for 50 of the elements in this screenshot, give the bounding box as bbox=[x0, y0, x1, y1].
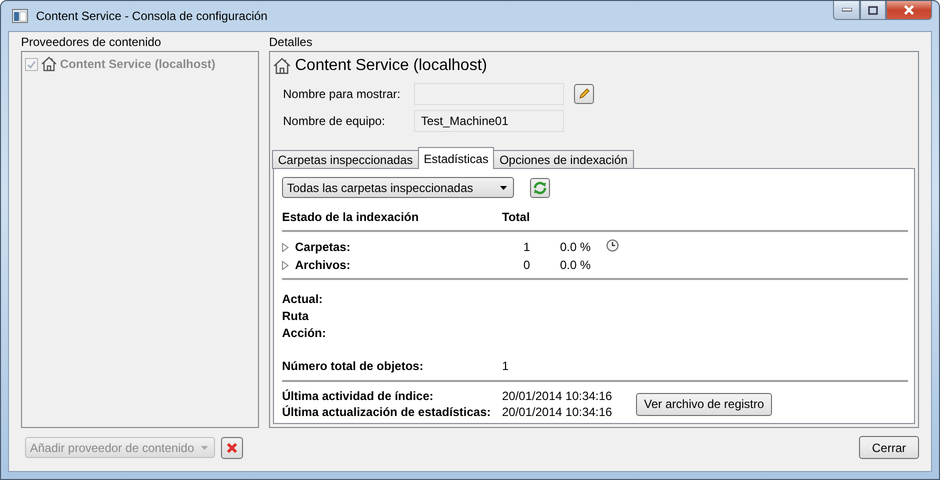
total-objects-value: 1 bbox=[502, 359, 510, 373]
edit-button[interactable] bbox=[574, 84, 594, 104]
timestamp-label: Última actividad de índice: bbox=[282, 389, 434, 403]
caret-icon bbox=[201, 446, 208, 450]
close-icon bbox=[226, 442, 238, 454]
group-label: Detalles bbox=[269, 36, 314, 49]
minimize-button[interactable] bbox=[833, 1, 860, 20]
view-log-button[interactable]: Ver archivo de registro bbox=[636, 392, 772, 416]
maximize-icon bbox=[868, 6, 878, 14]
expand-arrow[interactable] bbox=[282, 242, 289, 252]
total-objects-label: Número total de objetos: bbox=[282, 359, 424, 373]
tab[interactable]: Carpetas inspeccionadas bbox=[272, 150, 419, 169]
close-dialog-button[interactable]: Cerrar bbox=[859, 436, 919, 459]
pencil-icon bbox=[578, 88, 590, 100]
tab[interactable]: Estadísticas bbox=[418, 147, 494, 169]
timestamp-value: 20/01/2014 10:34:16 bbox=[502, 389, 614, 403]
close-button[interactable] bbox=[886, 1, 932, 20]
total-value: 1 bbox=[522, 240, 530, 254]
house-icon bbox=[273, 57, 291, 75]
field-label: Nombre para mostrar: bbox=[283, 87, 402, 101]
refresh-button[interactable] bbox=[530, 178, 550, 198]
column-header: Estado de la indexación bbox=[282, 210, 420, 224]
maximize-button[interactable] bbox=[860, 1, 886, 20]
close-icon bbox=[903, 5, 915, 15]
status-label: Ruta bbox=[282, 309, 310, 323]
tab[interactable]: Opciones de indexación bbox=[493, 150, 634, 169]
total-value: 0 bbox=[522, 258, 530, 272]
checkmark-icon bbox=[27, 60, 36, 68]
column-header: Total bbox=[502, 210, 531, 224]
app-icon bbox=[12, 9, 28, 23]
remove-button[interactable] bbox=[221, 436, 243, 458]
row-label: Carpetas: bbox=[295, 240, 350, 254]
percent-value: 0.0 % bbox=[560, 240, 592, 254]
status-label: Acción: bbox=[282, 326, 328, 340]
provider-title: Content Service (localhost) bbox=[295, 57, 488, 75]
window-title: Content Service - Consola de configuración bbox=[36, 9, 268, 23]
timestamp-label: Última actualización de estadísticas: bbox=[282, 405, 492, 419]
expand-arrow[interactable] bbox=[282, 260, 289, 270]
timestamp-value: 20/01/2014 10:34:16 bbox=[502, 405, 614, 419]
percent-value: 0.0 % bbox=[560, 258, 592, 272]
folder-dropdown[interactable]: Todas las carpetas inspeccionadas bbox=[282, 177, 514, 198]
row-label: Archivos: bbox=[295, 258, 350, 272]
minimize-icon bbox=[842, 8, 852, 12]
field-label: Nombre de equipo: bbox=[283, 114, 386, 128]
group-label: Proveedores de contenido bbox=[21, 36, 162, 49]
refresh-icon bbox=[533, 180, 547, 194]
caret-icon bbox=[500, 186, 507, 190]
status-label: Actual: bbox=[282, 292, 324, 306]
text-field[interactable]: Test_Machine01 bbox=[414, 110, 564, 132]
house-icon bbox=[41, 56, 57, 72]
